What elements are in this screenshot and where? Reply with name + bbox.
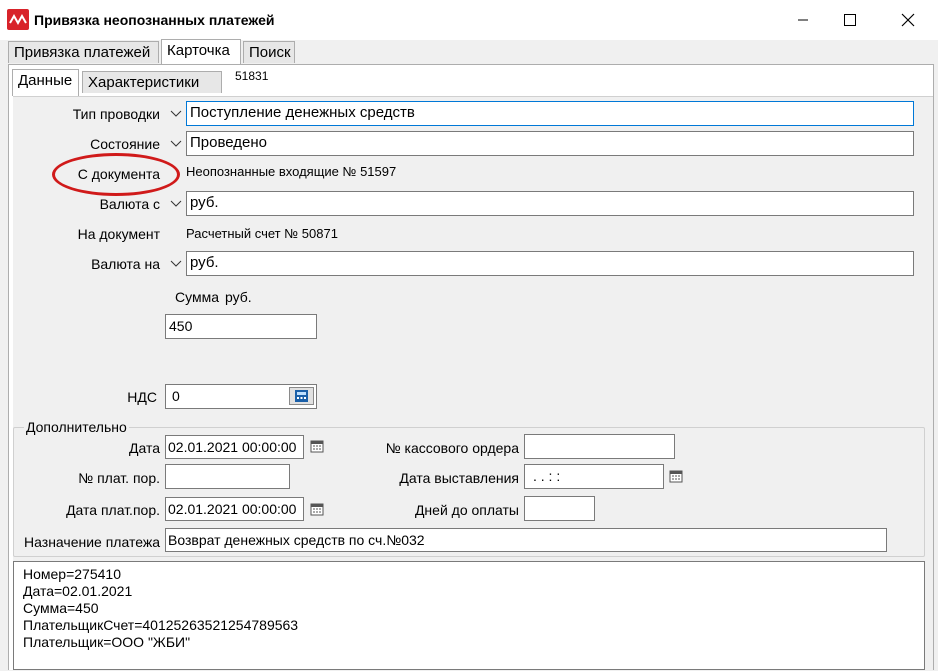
currency-from-label: Валюта с <box>99 196 160 212</box>
to-document-value[interactable]: Расчетный счет № 50871 <box>186 226 338 241</box>
chevron-down-icon[interactable] <box>169 109 183 119</box>
pay-order-number-label: № плат. пор. <box>78 470 160 486</box>
payment-purpose-field[interactable]: Возврат денежных средств по сч.№032 <box>165 528 887 552</box>
title-bar: Привязка неопознанных платежей <box>0 0 938 40</box>
app-logo-icon <box>7 9 29 30</box>
calculator-button[interactable] <box>289 387 314 405</box>
sum-field[interactable]: 450 <box>165 314 317 339</box>
state-field[interactable]: Проведено <box>186 131 914 156</box>
tab-data[interactable]: Данные <box>12 69 79 96</box>
chevron-down-icon[interactable] <box>169 139 183 149</box>
posting-type-label: Тип проводки <box>72 106 160 122</box>
pay-order-date-field[interactable]: 02.01.2021 00:00:00 <box>165 497 304 521</box>
calendar-icon[interactable] <box>669 469 683 483</box>
maximize-button[interactable] <box>827 0 873 40</box>
vat-label: НДС <box>127 389 157 405</box>
additional-group-title: Дополнительно <box>24 419 129 435</box>
tab-characteristics[interactable]: Характеристики <box>82 71 222 93</box>
date-field[interactable]: 02.01.2021 00:00:00 <box>165 435 304 459</box>
cash-order-field[interactable] <box>524 434 675 459</box>
cash-order-label: № кассового ордера <box>385 440 519 456</box>
date-label: Дата <box>128 440 160 456</box>
payment-purpose-label: Назначение платежа <box>24 534 160 550</box>
to-document-label: На документ <box>77 226 160 242</box>
minimize-button[interactable] <box>780 0 826 40</box>
chevron-down-icon[interactable] <box>169 199 183 209</box>
sum-currency: руб. <box>225 289 252 305</box>
close-button[interactable] <box>885 0 931 40</box>
bank-details-memo[interactable]: Номер=275410 Дата=02.01.2021 Сумма=450 П… <box>13 561 925 670</box>
posting-type-field[interactable]: Поступление денежных средств <box>186 101 914 126</box>
tab-card[interactable]: Карточка <box>161 39 241 64</box>
issue-date-field[interactable]: . . : : <box>524 464 664 489</box>
currency-from-field[interactable]: руб. <box>186 191 914 216</box>
pay-order-number-field[interactable] <box>165 464 290 489</box>
from-document-value[interactable]: Неопознанные входящие № 51597 <box>186 164 396 179</box>
days-to-pay-field[interactable] <box>524 496 595 521</box>
currency-to-field[interactable]: руб. <box>186 251 914 276</box>
issue-date-label: Дата выставления <box>399 470 519 486</box>
calendar-icon[interactable] <box>310 502 324 516</box>
tab-payments-binding[interactable]: Привязка платежей <box>8 41 159 63</box>
currency-to-label: Валюта на <box>91 256 160 272</box>
document-id: 51831 <box>235 69 269 83</box>
state-label: Состояние <box>90 136 160 152</box>
calculator-icon <box>295 390 308 402</box>
chevron-down-icon[interactable] <box>169 259 183 269</box>
from-document-label: С документа <box>77 166 160 182</box>
sum-label: Сумма <box>175 289 219 305</box>
calendar-icon[interactable] <box>310 439 324 453</box>
pay-order-date-label: Дата плат.пор. <box>66 502 160 518</box>
days-to-pay-label: Дней до оплаты <box>414 502 519 518</box>
tab-search[interactable]: Поиск <box>243 41 295 63</box>
window-title: Привязка неопознанных платежей <box>34 12 275 28</box>
